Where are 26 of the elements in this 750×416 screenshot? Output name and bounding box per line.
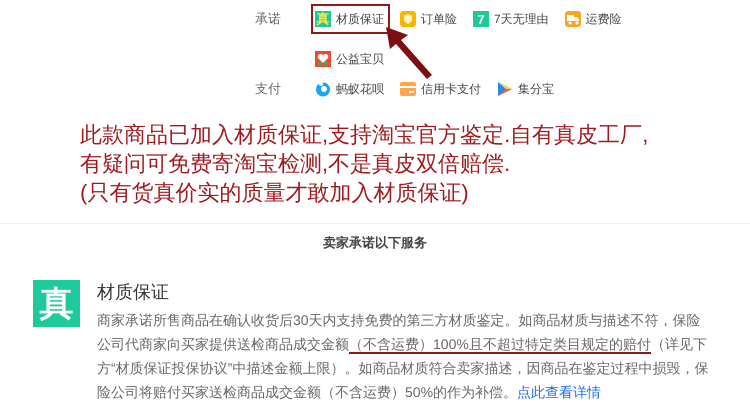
section-title: 卖家承诺以下服务 [325,234,425,252]
service-link[interactable]: 运费险 [560,4,628,34]
service-link[interactable]: 集分宝 [493,74,560,104]
details-link[interactable]: 点此查看详情 [517,384,602,400]
service-link[interactable]: 蚂蚁花呗 [311,74,390,104]
annotation-text: 有疑问可免费寄淘宝检测,不是真皮双倍赔偿. [80,150,512,178]
shield-icon [400,11,416,27]
service-title: 材质保证 [97,281,170,304]
credit-card-icon [400,81,416,97]
play-icon [497,81,513,97]
swirl-icon [315,81,331,97]
annotation-text: 此款商品已加入材质保证,支持淘宝官方鉴定.自有真皮工厂, [80,121,650,149]
service-link[interactable]: 信用卡支付 [396,74,487,104]
truck-icon [564,11,581,27]
service-link[interactable]: 7 7天无理由 [469,4,555,34]
authentic-badge-icon: 真 [33,280,80,327]
arrow [386,27,432,79]
row-label: 承诺 [255,10,282,28]
service-link[interactable]: 真 材质保证 [311,4,390,34]
service-description: 商家承诺所售商品在确认收货后30天内支持免费的第三方材质鉴定。如商品材质与描述不符，保险公司代商家向买家提供送检商品成交金额（不含运费）100%且不超过特定类目规定的赔付（详见下方“材质保证投保协议”中描述金额上限）。如商品材质符合卖家描述，因商品在鉴定过程中损毁，保险公司将赔付买家送检商品成交金额（不含运费）50%的作为补偿。点此查看详情 [97,311,710,402]
row-label: 支付 [255,80,282,98]
annotation-text: (只有货真价实的质量才敢加入材质保证) [80,179,470,207]
seven-days-icon: 7 [473,11,489,27]
service-link[interactable]: 订单险 [396,4,463,34]
authentic-icon: 真 [315,11,331,27]
service-link[interactable]: 公益宝贝 [311,44,390,74]
